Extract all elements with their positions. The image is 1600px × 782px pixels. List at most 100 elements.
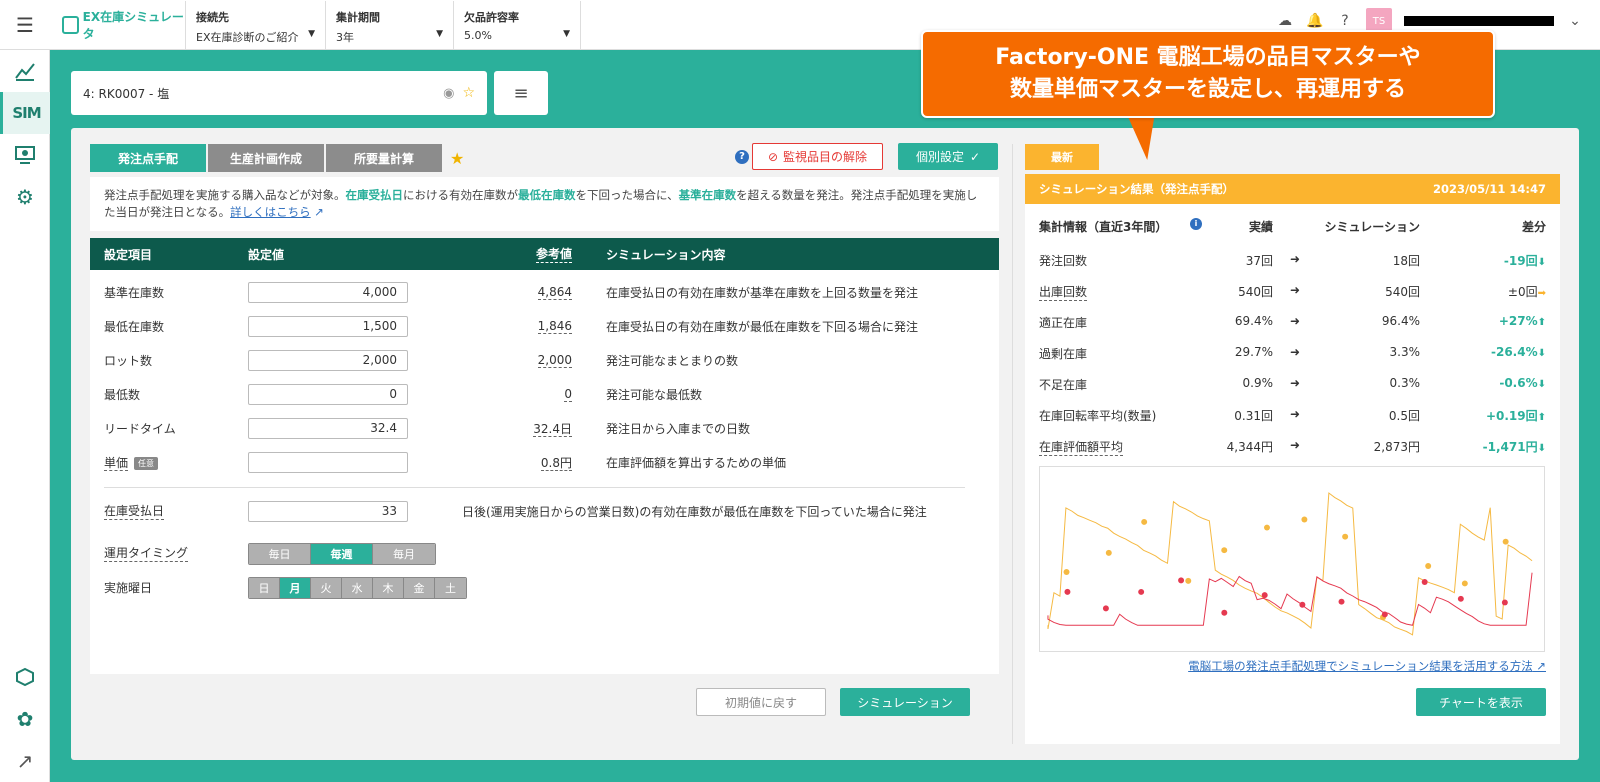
setting-row-lot: ロット数 2,000 2,000 発注可能なまとまりの数 [90, 349, 999, 371]
tab-reorder-point[interactable]: 発注点手配 [90, 144, 206, 172]
stat-header: 集計情報（直近3年間） i 実績 シミュレーション 差分 [1039, 218, 1546, 234]
stat-row: 発注回数 37回 ➜ 18回 -19回⬇ [1039, 252, 1546, 268]
setting-row-base-stock: 基準在庫数 4,000 4,864 在庫受払日の有効在庫数が基準在庫数を上回る数… [90, 281, 999, 303]
unmonitor-button[interactable]: ⊘ 監視品目の解除 [752, 143, 883, 170]
weekday-fri[interactable]: 金 [404, 578, 435, 598]
arrow-right-icon: ➜ [1290, 438, 1301, 452]
unit-price-input[interactable] [248, 451, 408, 473]
tab-requirement-calc[interactable]: 所要量計算 [326, 144, 442, 172]
arrow-right-icon: ➜ [1290, 376, 1301, 390]
simulated-stock-line-point [1381, 611, 1388, 618]
simulated-stock-line-point [1261, 592, 1268, 599]
actual-stock-line-point [1141, 518, 1148, 525]
actual-stock-line-point [1461, 580, 1468, 587]
setting-row-receipt-day: 在庫受払日 33 日後(運用実施日からの営業日数)の有効在庫数が最低在庫数を下回… [90, 500, 999, 522]
timing-option-daily[interactable]: 毎日 [249, 544, 311, 564]
divider [1012, 144, 1013, 744]
main-panel: 発注点手配 生産計画作成 所要量計算 ★ ? ⊘ 監視品目の解除 個別設定 ✓ … [71, 128, 1579, 760]
simulated-stock-line-point [1221, 609, 1228, 616]
chevron-down-icon[interactable]: ⌄ [1566, 12, 1584, 30]
lead-time-input[interactable]: 32.4 [248, 417, 408, 439]
dropdown-arrow-icon: ▼ [308, 28, 315, 39]
sidebar-item-sim[interactable]: SIM [0, 92, 50, 134]
lot-size-input[interactable]: 2,000 [248, 349, 408, 371]
eye-slash-icon: ⊘ [767, 149, 779, 164]
actual-stock-line-point [1221, 547, 1228, 554]
help-icon[interactable]: ? [735, 150, 749, 164]
divider [104, 487, 965, 488]
item-search-input[interactable]: 4: RK0007 - 塩 ◉ ☆ [71, 71, 487, 115]
details-link[interactable]: 詳しくはこちら [230, 205, 311, 219]
star-icon[interactable]: ☆ [462, 85, 475, 101]
timing-option-monthly[interactable]: 毎月 [373, 544, 435, 564]
tab-production-plan[interactable]: 生産計画作成 [208, 144, 324, 172]
hamburger-menu-icon[interactable]: ☰ [0, 0, 50, 50]
weekday-tue[interactable]: 火 [311, 578, 342, 598]
simulated-stock-line-point [1338, 598, 1345, 605]
trend-flat-icon: ➡ [1537, 288, 1546, 299]
stat-row: 出庫回数 540回 ➜ 540回 ±0回➡ [1039, 283, 1546, 301]
setting-row-timing: 運用タイミング [104, 546, 189, 562]
period-select[interactable]: 集計期間 3年 ▼ [325, 0, 453, 49]
trend-down-icon: ⬇ [1537, 379, 1546, 390]
inventory-chart[interactable] [1039, 466, 1545, 652]
trend-up-icon: ⬆ [1537, 317, 1546, 328]
favorite-star-icon[interactable]: ★ [450, 149, 464, 168]
callout-banner: Factory-ONE 電脳工場の品目マスターや 数量単価マスターを設定し、再運… [921, 30, 1495, 118]
info-icon[interactable]: i [1190, 218, 1202, 230]
cloud-icon[interactable]: ☁ [1276, 12, 1294, 30]
connection-select[interactable]: 接続先 EX在庫診断のご紹介 ▼ [185, 0, 325, 49]
receipt-day-input[interactable]: 33 [248, 500, 408, 522]
stat-row: 不足在庫 0.9% ➜ 0.3% -0.6%⬇ [1039, 376, 1546, 392]
weekday-thu[interactable]: 木 [373, 578, 404, 598]
check-icon: ✓ [969, 149, 981, 164]
bell-icon[interactable]: 🔔 [1306, 12, 1324, 30]
list-menu-button[interactable]: ≡ [494, 71, 548, 115]
stat-row: 在庫回転率平均(数量) 0.31回 ➜ 0.5回 +0.19回⬆ [1039, 407, 1546, 423]
arrow-right-icon: ➜ [1290, 252, 1301, 266]
setting-row-unit-price: 単価 任意 0.8円 在庫評価額を算出するための単価 [90, 451, 999, 473]
sidebar-item-external[interactable]: ↗ [0, 740, 50, 782]
weekday-sun[interactable]: 日 [249, 578, 280, 598]
show-chart-button[interactable]: チャートを表示 [1416, 688, 1546, 716]
setting-row-weekday: 実施曜日 [104, 580, 153, 595]
sidebar-item-monitor[interactable] [0, 134, 50, 176]
description-box: 発注点手配処理を実施する購入品などが対象。在庫受払日における有効在庫数が最低在庫… [90, 177, 999, 231]
sim-icon: SIM [12, 104, 41, 122]
actual-stock-line [1047, 492, 1533, 636]
actual-stock-line-point [1185, 577, 1192, 584]
weekday-sat[interactable]: 土 [435, 578, 466, 598]
help-icon[interactable]: ? [1336, 12, 1354, 30]
sidebar-item-settings[interactable]: ⚙ [0, 176, 50, 218]
timing-option-weekly[interactable]: 毎週 [311, 544, 373, 564]
reset-button[interactable]: 初期値に戻す [696, 688, 826, 716]
min-qty-input[interactable]: 0 [248, 383, 408, 405]
min-stock-input[interactable]: 1,500 [248, 315, 408, 337]
usage-guide-link[interactable]: 電脳工場の発注点手配処理でシミュレーション結果を活用する方法 ↗ [1188, 658, 1546, 674]
username-redacted[interactable] [1404, 16, 1554, 26]
arrow-right-icon: ➜ [1290, 283, 1301, 297]
simulated-stock-line-point [1299, 601, 1306, 608]
actual-stock-line-point [1301, 516, 1308, 523]
sidebar-item-product[interactable] [0, 656, 50, 698]
actual-stock-line-point [1502, 538, 1509, 545]
stockout-rate-select[interactable]: 欠品許容率 5.0% ▼ [453, 0, 581, 49]
stat-row: 在庫評価額平均 4,344円 ➜ 2,873円 -1,471円⬇ [1039, 438, 1546, 456]
arrow-right-icon: ➜ [1290, 407, 1301, 421]
individual-setting-button[interactable]: 個別設定 ✓ [898, 143, 998, 170]
weekday-wed[interactable]: 水 [342, 578, 373, 598]
weekday-mon[interactable]: 月 [280, 578, 311, 598]
sidebar-item-trend[interactable] [0, 50, 50, 92]
simulated-stock-line-point [1421, 579, 1428, 585]
weekday-segmented-control: 日 月 火 水 木 金 土 [248, 577, 467, 599]
actual-stock-line-point [1263, 524, 1270, 531]
app-logo[interactable]: EX在庫シミュレータ [50, 8, 185, 42]
network-icon: ✿ [16, 707, 34, 731]
sidebar-item-network[interactable]: ✿ [0, 698, 50, 740]
base-stock-input[interactable]: 4,000 [248, 281, 408, 303]
callout-tail [1126, 114, 1162, 160]
eye-icon[interactable]: ◉ [443, 86, 454, 101]
actual-stock-line-point [1425, 563, 1432, 569]
simulate-button[interactable]: シミュレーション [840, 688, 970, 716]
simulated-stock-line-point [1102, 605, 1109, 612]
